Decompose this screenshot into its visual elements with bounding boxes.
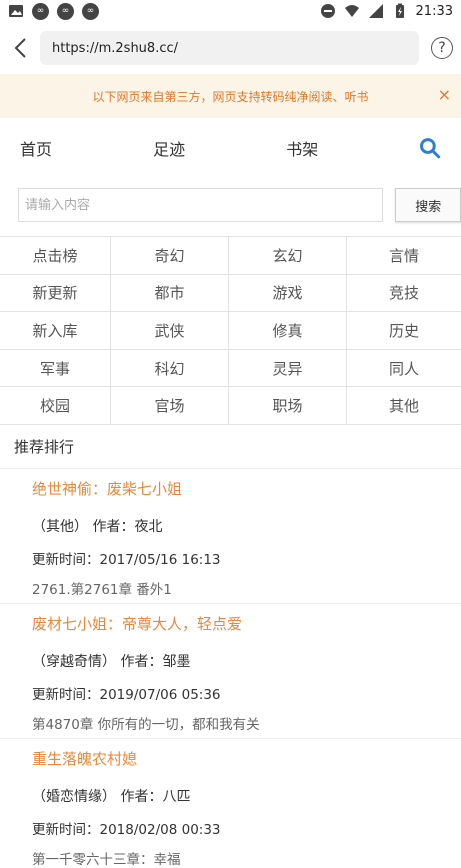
question-icon: ?	[438, 40, 446, 56]
status-bar: ∞ ∞ ∞ 21:33	[0, 0, 461, 22]
nav-item-history[interactable]: 足迹	[153, 136, 286, 160]
book-latest-chapter[interactable]: 第4870章 你所有的一切，都和我有关	[32, 708, 461, 738]
book-title[interactable]: 重生落魄农村媳	[32, 739, 461, 779]
search-icon[interactable]	[419, 137, 441, 159]
nav-item-home[interactable]: 首页	[20, 136, 153, 160]
category-item[interactable]: 灵异	[229, 349, 347, 388]
category-item[interactable]: 职场	[229, 387, 347, 425]
category-grid: 点击榜 奇幻 玄幻 言情 新更新 都市 游戏 竞技 新入库 武侠 修真 历史 军…	[0, 236, 461, 425]
category-item[interactable]: 新更新	[0, 274, 111, 313]
status-bar-right: 21:33	[320, 3, 453, 19]
category-item[interactable]: 校园	[0, 387, 111, 425]
book-latest-chapter[interactable]: 2761.第2761章 番外1	[32, 573, 461, 603]
app-notification-icon: ∞	[82, 2, 99, 20]
book-update-time: 更新时间：2017/05/16 16:13	[32, 551, 221, 568]
wifi-icon	[344, 5, 359, 17]
search-row: 搜索	[0, 178, 461, 232]
category-item[interactable]: 言情	[347, 237, 461, 275]
category-item[interactable]: 科幻	[111, 349, 229, 388]
third-party-notice: 以下网页来自第三方，网页支持转码纯净阅读、听书 ×	[0, 74, 461, 118]
category-item[interactable]: 奇幻	[111, 237, 229, 275]
book-entry[interactable]: 废材七小姐：帝尊大人，轻点爱 （穿越奇情） 作者：邹墨 更新时间：2019/07…	[0, 604, 461, 739]
status-bar-left: ∞ ∞ ∞	[8, 2, 99, 20]
book-entry[interactable]: 重生落魄农村媳 （婚恋情缘） 作者：八匹 更新时间：2018/02/08 00:…	[0, 739, 461, 868]
category-item[interactable]: 竞技	[347, 275, 461, 313]
browser-bar: https://m.2shu8.cc/ ?	[0, 22, 461, 74]
category-item[interactable]: 都市	[111, 274, 229, 313]
close-icon[interactable]: ×	[438, 86, 451, 104]
book-update-time: 更新时间：2018/02/08 00:33	[32, 821, 221, 838]
category-item[interactable]: 历史	[347, 312, 461, 350]
book-meta: （婚恋情缘） 作者：八匹	[32, 788, 191, 805]
category-item[interactable]: 新入库	[0, 312, 111, 350]
do-not-disturb-icon	[320, 4, 335, 18]
app-notification-icon: ∞	[57, 2, 74, 20]
category-item[interactable]: 游戏	[229, 274, 347, 313]
book-title[interactable]: 废材七小姐：帝尊大人，轻点爱	[32, 604, 461, 644]
url-text: https://m.2shu8.cc/	[52, 40, 178, 56]
image-icon	[9, 5, 23, 17]
nav-item-bookshelf[interactable]: 书架	[286, 136, 419, 160]
category-item[interactable]: 玄幻	[229, 237, 347, 275]
category-item[interactable]: 修真	[229, 312, 347, 350]
battery-icon	[395, 3, 404, 18]
category-item[interactable]: 其他	[347, 387, 461, 425]
book-meta: （穿越奇情） 作者：邹墨	[32, 653, 191, 670]
site-nav: 首页 足迹 书架	[0, 118, 461, 178]
app-notification-icon: ∞	[32, 2, 49, 20]
book-latest-chapter[interactable]: 第一千零六十三章：幸福	[32, 843, 461, 868]
book-title[interactable]: 绝世神偷：废柴七小姐	[32, 469, 461, 509]
category-item[interactable]: 军事	[0, 349, 111, 388]
search-button[interactable]: 搜索	[395, 188, 461, 222]
url-bar[interactable]: https://m.2shu8.cc/	[40, 31, 419, 65]
category-item[interactable]: 同人	[347, 350, 461, 388]
notice-text: 以下网页来自第三方，网页支持转码纯净阅读、听书	[92, 89, 369, 104]
book-meta: （其他） 作者：夜北	[32, 518, 163, 535]
search-input[interactable]	[18, 188, 384, 222]
chevron-left-icon	[14, 38, 26, 58]
recommend-header: 推荐排行	[0, 425, 461, 469]
book-entry[interactable]: 绝世神偷：废柴七小姐 （其他） 作者：夜北 更新时间：2017/05/16 16…	[0, 469, 461, 604]
category-item[interactable]: 官场	[111, 387, 229, 425]
book-update-time: 更新时间：2019/07/06 05:36	[32, 686, 221, 703]
help-button[interactable]: ?	[431, 37, 453, 59]
back-button[interactable]	[6, 28, 34, 68]
category-item[interactable]: 武侠	[111, 312, 229, 350]
category-item[interactable]: 点击榜	[0, 237, 111, 275]
status-time: 21:33	[415, 3, 453, 19]
signal-icon	[368, 4, 383, 18]
